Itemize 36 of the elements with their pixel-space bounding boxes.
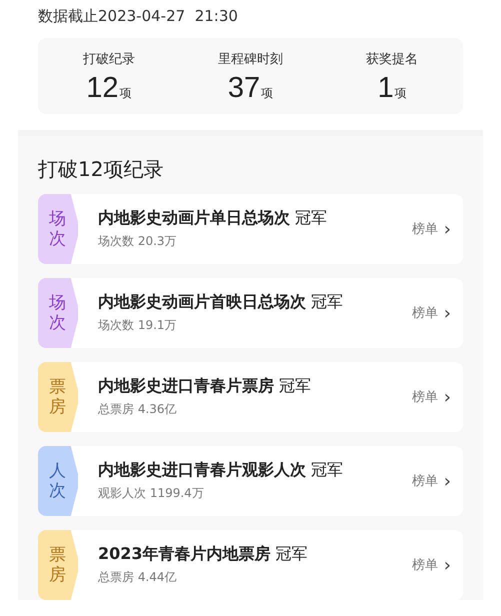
- ranking-link[interactable]: 榜单 ›: [412, 302, 451, 324]
- category-tag: 票房: [38, 530, 78, 600]
- record-title: 内地影史进口青春片票房 冠军: [98, 376, 312, 397]
- record-card[interactable]: 人次 内地影史进口青春片观影人次 冠军 观影人次 1199.4万 榜单 ›: [38, 446, 463, 516]
- record-detail: 总票房 4.44亿: [98, 569, 178, 586]
- record-detail: 总票房 4.36亿: [98, 401, 178, 418]
- stat-label: 里程碑时刻: [218, 51, 283, 68]
- record-detail: 观影人次 1199.4万: [98, 485, 205, 502]
- category-tag: 人次: [38, 446, 78, 516]
- ranking-link[interactable]: 榜单 ›: [412, 554, 451, 576]
- record-card[interactable]: 票房 内地影史进口青春片票房 冠军 总票房 4.36亿 榜单 ›: [38, 362, 463, 432]
- stat-unit: 项: [261, 85, 274, 102]
- stat-unit: 项: [394, 85, 407, 102]
- category-tag: 场次: [38, 194, 78, 264]
- stat-value: 1: [378, 71, 394, 106]
- record-card[interactable]: 场次 内地影史动画片首映日总场次 冠军 场次数 19.1万 榜单 ›: [38, 278, 463, 348]
- record-title: 内地影史进口青春片观影人次 冠军: [98, 460, 344, 481]
- record-detail: 场次数 20.3万: [98, 233, 178, 250]
- stat-unit: 项: [119, 85, 132, 102]
- category-tag: 场次: [38, 278, 78, 348]
- stat-value: 37: [228, 71, 260, 106]
- record-detail: 场次数 19.1万: [98, 317, 178, 334]
- record-title: 内地影史动画片首映日总场次 冠军: [98, 292, 344, 313]
- section-title: 打破12项纪录: [38, 156, 164, 183]
- ranking-link[interactable]: 榜单 ›: [412, 386, 451, 408]
- stat-value: 12: [86, 71, 118, 106]
- stat-label: 获奖提名: [366, 51, 418, 68]
- record-card[interactable]: 票房 2023年青春片内地票房 冠军 总票房 4.44亿 榜单 ›: [38, 530, 463, 600]
- data-cutoff-date: 数据截止2023-04-27 21:30: [38, 6, 239, 27]
- stat-label: 打破纪录: [82, 51, 135, 68]
- record-title: 内地影史动画片单日总场次 冠军: [98, 208, 328, 229]
- ranking-link[interactable]: 榜单 ›: [412, 470, 451, 492]
- record-card[interactable]: 场次 内地影史动画片单日总场次 冠军 场次数 20.3万 榜单 ›: [38, 194, 463, 264]
- record-title: 2023年青春片内地票房 冠军: [98, 544, 309, 565]
- ranking-link[interactable]: 榜单 ›: [412, 218, 451, 240]
- category-tag: 票房: [38, 362, 78, 432]
